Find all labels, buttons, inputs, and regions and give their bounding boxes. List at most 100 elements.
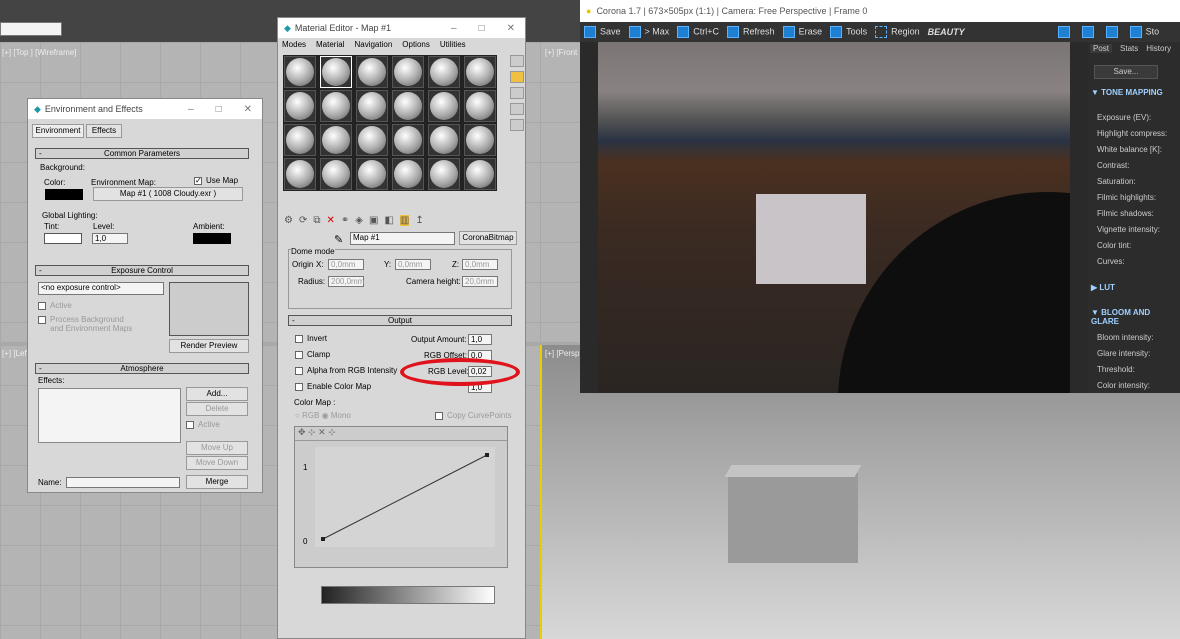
menu-navigation[interactable]: Navigation	[354, 40, 392, 49]
material-slot[interactable]	[464, 124, 496, 156]
atmosphere-rollout[interactable]: Atmosphere	[35, 363, 249, 374]
copy-button[interactable]: Ctrl+C	[677, 26, 719, 38]
material-slot[interactable]	[392, 56, 424, 88]
map-type-button[interactable]: CoronaBitmap	[459, 231, 517, 245]
name-input[interactable]	[66, 477, 180, 488]
zoom-out-icon[interactable]	[1081, 26, 1098, 38]
refresh-button[interactable]: Refresh	[727, 26, 775, 38]
minimize-icon[interactable]: –	[188, 104, 194, 115]
maximize-icon[interactable]: □	[216, 104, 222, 115]
ambient-color-swatch[interactable]	[193, 233, 231, 244]
make-unique-icon[interactable]: ⚭	[341, 215, 349, 226]
material-slot[interactable]	[392, 90, 424, 122]
tint-color-swatch[interactable]	[44, 233, 82, 244]
material-slot[interactable]	[464, 90, 496, 122]
tone-mapping-item[interactable]: Exposure (EV):	[1097, 113, 1151, 122]
material-slot[interactable]	[356, 56, 388, 88]
bloom-glare-item[interactable]: Bloom intensity:	[1097, 333, 1153, 342]
get-material-icon[interactable]: ⚙	[284, 215, 293, 226]
process-bg-checkbox[interactable]: Process Background	[50, 315, 124, 324]
material-slot[interactable]	[284, 90, 316, 122]
mat-id-icon[interactable]: ▣	[369, 215, 378, 226]
environment-map-button[interactable]: Map #1 ( 1008 Cloudy.exr )	[93, 187, 243, 201]
close-icon[interactable]: ✕	[507, 23, 515, 34]
tone-mapping-item[interactable]: Curves:	[1097, 257, 1125, 266]
mat-titlebar[interactable]: ◆ Material Editor - Map #1 – □ ✕	[278, 18, 525, 38]
assign-icon[interactable]: ⧉	[313, 215, 320, 226]
put-library-icon[interactable]: ◈	[355, 215, 363, 226]
active-effect-checkbox[interactable]: Active	[198, 420, 220, 429]
tab-history[interactable]: History	[1146, 44, 1171, 53]
material-slot[interactable]	[320, 158, 352, 190]
origin-x-spinner[interactable]: 0,0mm	[328, 259, 364, 270]
render-image[interactable]	[598, 42, 1070, 393]
material-slot[interactable]	[464, 158, 496, 190]
tone-mapping-item[interactable]: Contrast:	[1097, 161, 1129, 170]
alpha-checkbox[interactable]	[295, 366, 303, 375]
material-slot[interactable]	[320, 124, 352, 156]
tab-environment[interactable]: Environment	[32, 124, 84, 138]
clamp-checkbox[interactable]	[295, 350, 303, 359]
copy-curvepoints-checkbox[interactable]: Copy CurvePoints	[447, 411, 511, 420]
output-rollout[interactable]: Output	[288, 315, 512, 326]
viewport-front-label[interactable]: [+] [Front	[545, 48, 577, 57]
material-slot[interactable]	[284, 158, 316, 190]
menu-material[interactable]: Material	[316, 40, 344, 49]
color-map-curve-editor[interactable]: ✥ ⊹ ✕ ⊹ 1 0	[294, 426, 508, 568]
region-button[interactable]: Region	[875, 26, 920, 38]
lut-section[interactable]: ▶ LUT	[1091, 283, 1115, 292]
tab-effects[interactable]: Effects	[86, 124, 122, 138]
tone-mapping-section[interactable]: ▼ TONE MAPPING	[1091, 88, 1163, 97]
put-to-scene-icon[interactable]: ⟳	[299, 215, 307, 226]
tab-stats[interactable]: Stats	[1120, 44, 1138, 53]
erase-button[interactable]: Erase	[782, 26, 822, 38]
to-max-button[interactable]: > Max	[628, 26, 669, 38]
viewport-top-label[interactable]: [+] [Top ] [Wireframe]	[2, 48, 76, 57]
delete-button[interactable]: Delete	[186, 402, 248, 416]
mono-radio[interactable]: Mono	[331, 411, 351, 420]
effects-list[interactable]	[38, 388, 181, 443]
map-name-input[interactable]: Map #1	[350, 232, 455, 245]
exposure-select[interactable]: <no exposure control>	[38, 282, 164, 295]
show-map-icon[interactable]: ◧	[384, 215, 393, 226]
selection-dropdown[interactable]	[0, 22, 62, 36]
bloom-glare-item[interactable]: Glare intensity:	[1097, 349, 1150, 358]
material-slot[interactable]	[428, 158, 460, 190]
material-slot[interactable]	[392, 158, 424, 190]
minimize-icon[interactable]: –	[451, 23, 457, 34]
tone-mapping-item[interactable]: Highlight compress:	[1097, 129, 1167, 138]
add-button[interactable]: Add...	[186, 387, 248, 401]
render-preview-button[interactable]: Render Preview	[169, 339, 249, 353]
menu-modes[interactable]: Modes	[282, 40, 306, 49]
viewport-front[interactable]	[540, 42, 580, 342]
material-slot[interactable]	[464, 56, 496, 88]
output-amount-spinner[interactable]: 1,0	[468, 334, 492, 345]
rgb-radio[interactable]: RGB	[302, 411, 319, 420]
use-map-checkbox[interactable]: ✓	[194, 176, 202, 185]
tone-mapping-item[interactable]: Filmic shadows:	[1097, 209, 1154, 218]
tone-mapping-item[interactable]: Color tint:	[1097, 241, 1131, 250]
material-slot[interactable]	[284, 56, 316, 88]
close-icon[interactable]: ✕	[244, 104, 252, 115]
menu-options[interactable]: Options	[402, 40, 430, 49]
go-parent-icon[interactable]: ↥	[415, 215, 423, 226]
bloom-glare-item[interactable]: Threshold:	[1097, 365, 1135, 374]
material-slot[interactable]	[356, 90, 388, 122]
camera-height-spinner[interactable]: 20,0mm	[462, 276, 498, 287]
bloom-glare-section[interactable]: ▼ BLOOM AND GLARE	[1091, 308, 1180, 326]
curve-graph[interactable]	[315, 447, 495, 547]
invert-checkbox[interactable]	[295, 334, 303, 343]
viewport-persp-label[interactable]: [+] [Persp	[545, 349, 579, 358]
common-params-rollout[interactable]: Common Parameters	[35, 148, 249, 159]
zoom-fit-icon[interactable]	[1105, 26, 1122, 38]
env-titlebar[interactable]: ◆ Environment and Effects – □ ✕	[28, 99, 262, 119]
tone-mapping-item[interactable]: Saturation:	[1097, 177, 1136, 186]
tone-mapping-item[interactable]: Vignette intensity:	[1097, 225, 1160, 234]
tab-post[interactable]: Post	[1090, 44, 1113, 53]
enable-color-map-checkbox[interactable]	[295, 382, 303, 391]
merge-button[interactable]: Merge	[186, 475, 248, 489]
material-slot[interactable]	[428, 90, 460, 122]
save-button[interactable]: Save	[584, 26, 621, 38]
eyedropper-icon[interactable]: ✎	[334, 233, 343, 246]
menu-utilities[interactable]: Utilities	[440, 40, 466, 49]
